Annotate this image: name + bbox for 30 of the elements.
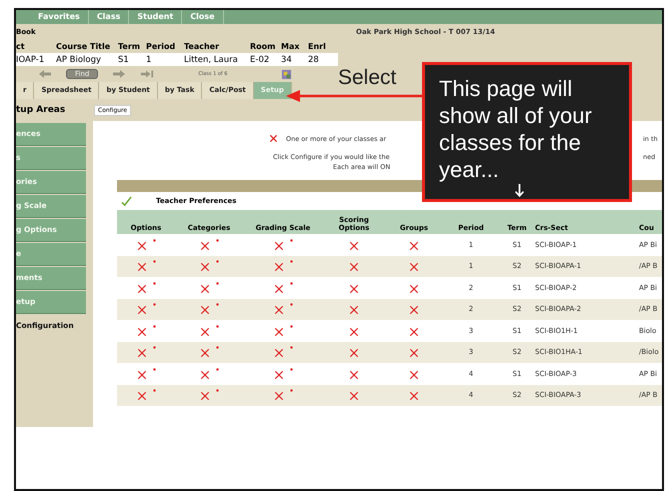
last-arrow-icon[interactable] (140, 69, 154, 79)
nav-menu-item[interactable]: Favorites (30, 10, 89, 24)
column-header: Room (250, 42, 276, 51)
table-cell-text: 1 (146, 54, 152, 64)
callout-text: This page will show all of your classes for the year... (439, 75, 593, 183)
table-cell-text: 34 (281, 54, 293, 64)
column-header: Term (118, 42, 142, 51)
column-header: ct (16, 42, 26, 51)
class-row[interactable]: IOAP-1 AP Biology S1 1 Litten, Laura E-02 34 28 (16, 53, 338, 66)
table-cell-text: 28 (308, 54, 320, 64)
table-cell-text: S1 (118, 54, 130, 64)
table-cell-text: E-02 (250, 54, 270, 64)
table-cell-text: AP Biology (56, 54, 102, 64)
previous-arrow-icon[interactable] (38, 69, 52, 79)
cursor-icon (515, 184, 524, 198)
column-header: Course Title (56, 42, 112, 51)
next-arrow-icon[interactable] (112, 69, 126, 79)
nav-menu-item[interactable]: Class (88, 10, 130, 24)
error-x-icon (269, 134, 278, 143)
puzzle-icon[interactable] (281, 68, 292, 80)
column-header: Period (146, 42, 176, 51)
annotation-label: Select (338, 66, 396, 90)
column-header: Max (281, 42, 301, 51)
section-title: tup Areas (16, 105, 66, 115)
nav-menu-item[interactable]: Student (129, 10, 182, 24)
table-cell-text: IOAP-1 (16, 54, 46, 64)
table-cell-text: Litten, Laura (184, 54, 239, 64)
column-header: Enrl (308, 42, 327, 51)
nav-menu-item[interactable]: Close (182, 10, 224, 24)
column-header: Teacher (184, 42, 220, 51)
